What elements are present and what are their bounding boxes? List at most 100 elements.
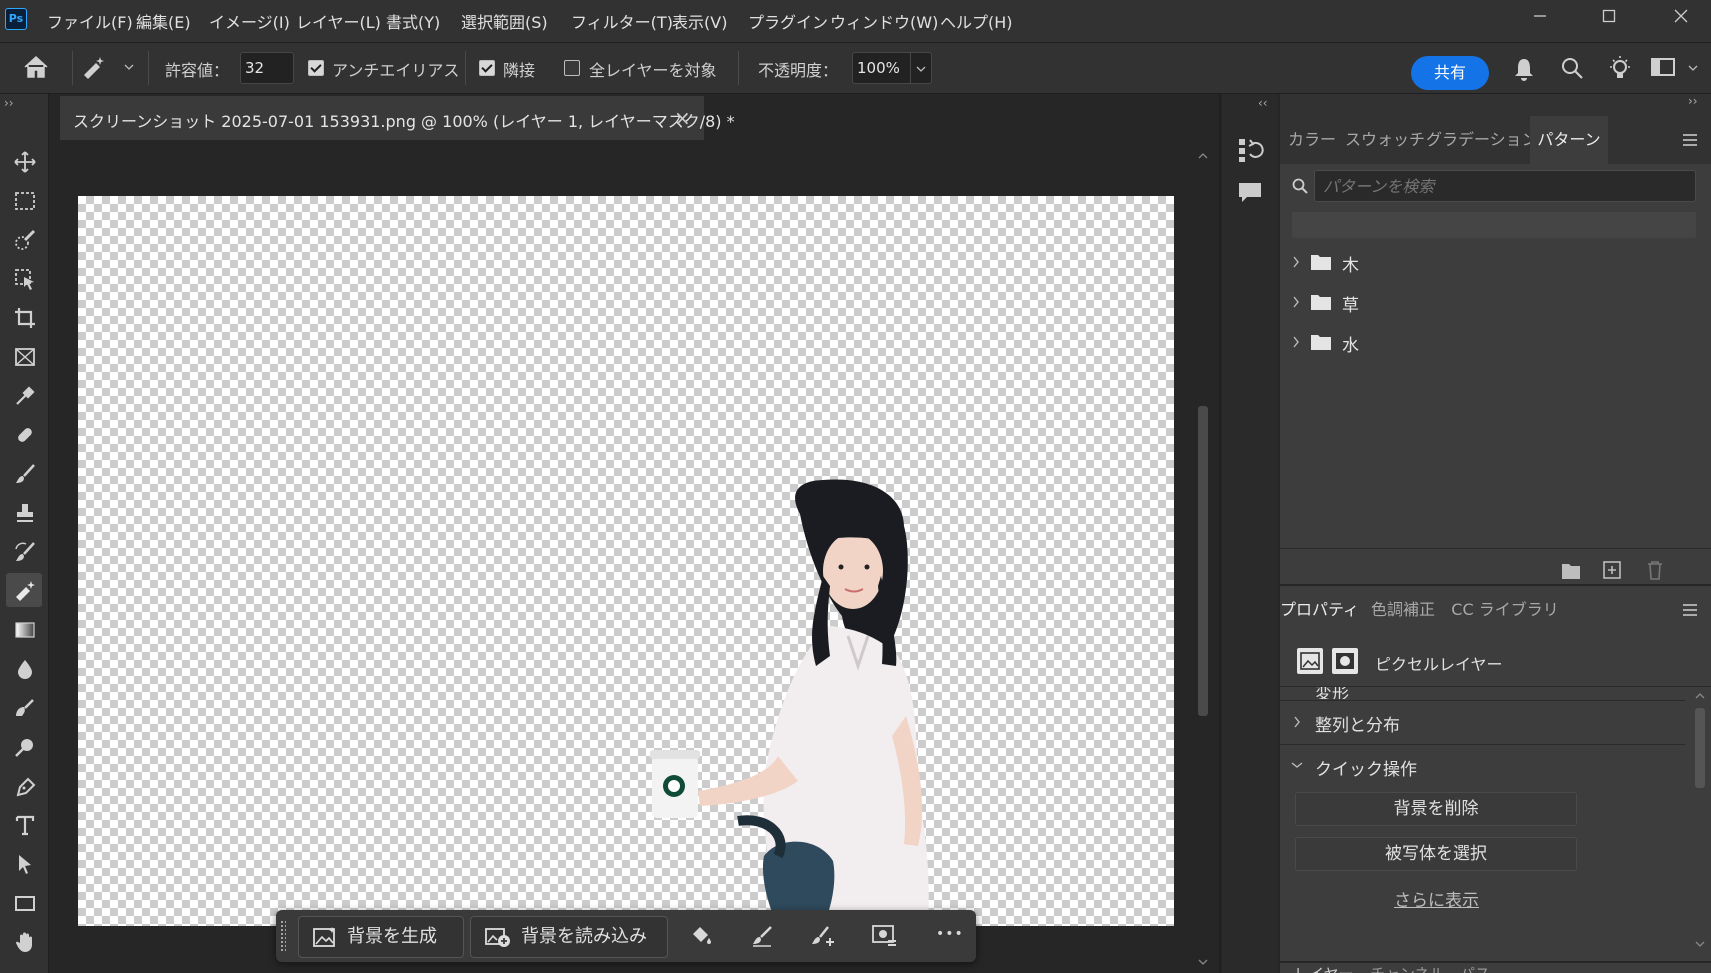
tolerance-input[interactable]: 32 bbox=[240, 52, 294, 84]
tab-paths[interactable]: パス bbox=[1460, 963, 1490, 973]
properties-scrollbar[interactable] bbox=[1690, 686, 1710, 973]
import-background-button[interactable]: 背景を読み込み bbox=[470, 916, 668, 958]
minimize-button[interactable] bbox=[1523, 4, 1557, 32]
opacity-input[interactable]: 100% bbox=[852, 52, 932, 84]
eyedropper-tool[interactable] bbox=[6, 378, 42, 412]
hand-tool[interactable] bbox=[6, 924, 42, 958]
more-options-icon[interactable]: ••• bbox=[936, 926, 964, 942]
clone-stamp-tool[interactable] bbox=[6, 495, 42, 529]
pattern-folder-row[interactable]: 草 bbox=[1282, 282, 1682, 322]
scroll-thumb[interactable] bbox=[1695, 708, 1705, 788]
share-button[interactable]: 共有 bbox=[1411, 56, 1489, 90]
mask-settings-button[interactable] bbox=[872, 924, 898, 948]
healing-brush-tool[interactable] bbox=[6, 417, 42, 451]
history-panel-button[interactable] bbox=[1236, 136, 1264, 164]
history-brush-tool[interactable] bbox=[6, 534, 42, 568]
align-section-header[interactable]: 整列と分布 bbox=[1280, 701, 1685, 743]
drag-handle[interactable] bbox=[280, 920, 286, 952]
dodge-tool[interactable] bbox=[6, 729, 42, 763]
rectangle-tool[interactable] bbox=[6, 885, 42, 919]
pattern-search-input[interactable] bbox=[1314, 170, 1696, 202]
smudge-tool[interactable] bbox=[6, 690, 42, 724]
menu-type[interactable]: 書式(Y) bbox=[386, 9, 440, 33]
discover-button[interactable] bbox=[1607, 54, 1633, 82]
new-pattern-icon[interactable] bbox=[1603, 561, 1621, 579]
menu-edit[interactable]: 編集(E) bbox=[136, 9, 191, 33]
tab-properties[interactable]: プロパティ bbox=[1280, 586, 1359, 634]
document-canvas[interactable] bbox=[78, 196, 1174, 926]
collapse-right-panel-icon[interactable]: ›› bbox=[1688, 94, 1698, 108]
workspace-switcher[interactable] bbox=[1650, 55, 1702, 83]
scroll-up-icon[interactable] bbox=[1198, 152, 1208, 160]
remove-background-button[interactable]: 背景を削除 bbox=[1295, 792, 1577, 826]
tab-layers[interactable]: レイヤー bbox=[1294, 963, 1354, 973]
add-brush-button[interactable] bbox=[811, 924, 835, 948]
scroll-up-icon[interactable] bbox=[1695, 692, 1705, 700]
scroll-down-icon[interactable] bbox=[1695, 940, 1705, 948]
tab-channels[interactable]: チャンネル bbox=[1370, 963, 1445, 973]
menu-plugins[interactable]: プラグイン bbox=[748, 9, 828, 33]
contiguous-checkbox[interactable] bbox=[479, 60, 495, 76]
chevron-right-icon[interactable] bbox=[1292, 336, 1300, 348]
brush-button[interactable] bbox=[750, 924, 774, 948]
tab-cc-libraries[interactable]: CC ライブラリ bbox=[1450, 586, 1560, 634]
trash-icon[interactable] bbox=[1646, 560, 1664, 580]
fill-button[interactable] bbox=[689, 924, 713, 948]
quick-actions-section-header[interactable]: クイック操作 bbox=[1280, 745, 1685, 787]
crop-tool[interactable] bbox=[6, 300, 42, 334]
antialias-checkbox[interactable] bbox=[308, 60, 324, 76]
select-subject-button[interactable]: 被写体を選択 bbox=[1295, 837, 1577, 871]
all-layers-checkbox[interactable] bbox=[564, 60, 580, 76]
panel-menu-icon[interactable] bbox=[1682, 133, 1698, 147]
blur-tool[interactable] bbox=[6, 651, 42, 685]
chevron-right-icon[interactable] bbox=[1292, 256, 1300, 268]
menu-file[interactable]: ファイル(F) bbox=[47, 9, 133, 33]
gradient-tool[interactable] bbox=[6, 612, 42, 646]
maximize-button[interactable] bbox=[1592, 4, 1626, 32]
pattern-folder-row[interactable]: 水 bbox=[1282, 322, 1682, 362]
transform-section-header[interactable]: 変形 bbox=[1280, 687, 1685, 699]
scroll-thumb[interactable] bbox=[1198, 406, 1208, 716]
collapse-toolbar-icon[interactable]: ›› bbox=[4, 96, 14, 110]
tab-adjustments[interactable]: 色調補正 bbox=[1356, 586, 1450, 634]
frame-tool[interactable] bbox=[6, 339, 42, 373]
close-document-icon[interactable]: × bbox=[674, 106, 691, 130]
opacity-dropdown[interactable] bbox=[910, 53, 931, 83]
chevron-right-icon[interactable] bbox=[1292, 296, 1300, 308]
tab-patterns[interactable]: パターン bbox=[1530, 116, 1608, 164]
menu-image[interactable]: イメージ(I) bbox=[209, 9, 290, 33]
brush-tool[interactable] bbox=[6, 456, 42, 490]
menu-select[interactable]: 選択範囲(S) bbox=[461, 9, 548, 33]
panel-menu-icon[interactable] bbox=[1682, 603, 1698, 617]
show-more-link[interactable]: さらに表示 bbox=[1394, 886, 1479, 911]
pattern-folder-row[interactable]: 木 bbox=[1282, 242, 1682, 282]
marquee-tool[interactable] bbox=[6, 183, 42, 217]
notifications-button[interactable] bbox=[1512, 56, 1538, 82]
tab-gradients[interactable]: グラデーション bbox=[1426, 116, 1538, 164]
document-tab[interactable]: スクリーンショット 2025-07-01 153931.png @ 100% (… bbox=[60, 96, 735, 140]
home-button[interactable] bbox=[22, 54, 52, 82]
object-select-tool[interactable] bbox=[6, 261, 42, 295]
menu-view[interactable]: 表示(V) bbox=[672, 9, 727, 33]
move-tool[interactable] bbox=[6, 144, 42, 178]
tab-color[interactable]: カラー bbox=[1280, 116, 1344, 164]
pen-tool[interactable] bbox=[6, 768, 42, 802]
comments-panel-button[interactable] bbox=[1236, 178, 1264, 206]
close-window-button[interactable] bbox=[1664, 4, 1698, 32]
tool-preset-picker[interactable] bbox=[80, 53, 140, 83]
collapse-dock-icon[interactable]: ‹‹ bbox=[1258, 96, 1268, 110]
menu-window[interactable]: ウィンドウ(W) bbox=[830, 9, 938, 33]
quick-select-tool[interactable] bbox=[6, 222, 42, 256]
canvas-vertical-scrollbar[interactable] bbox=[1194, 146, 1212, 973]
menu-help[interactable]: ヘルプ(H) bbox=[940, 9, 1013, 33]
type-tool[interactable] bbox=[6, 807, 42, 841]
menu-layer[interactable]: レイヤー(L) bbox=[296, 9, 381, 33]
menu-filter[interactable]: フィルター(T) bbox=[571, 9, 673, 33]
new-group-icon[interactable] bbox=[1561, 562, 1581, 580]
tab-swatches[interactable]: スウォッチ bbox=[1344, 116, 1426, 164]
scroll-down-icon[interactable] bbox=[1198, 958, 1208, 966]
path-select-tool[interactable] bbox=[6, 846, 42, 880]
magic-eraser-tool[interactable] bbox=[6, 573, 42, 607]
generate-background-button[interactable]: 背景を生成 bbox=[298, 916, 464, 958]
search-button[interactable] bbox=[1560, 56, 1586, 82]
